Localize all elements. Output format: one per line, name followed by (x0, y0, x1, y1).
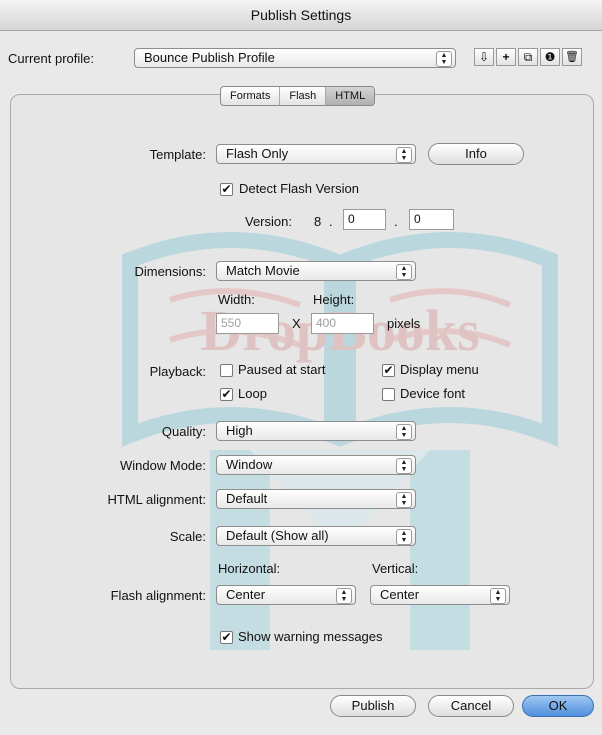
window-mode-select-value: Window (226, 457, 273, 472)
add-profile-icon[interactable]: + (496, 48, 516, 66)
chevron-updown-icon: ▲ ▼ (396, 424, 412, 440)
display-menu-label: Display menu (400, 362, 479, 377)
show-warnings-checkbox[interactable]: ✔ (220, 631, 233, 644)
horizontal-label: Horizontal: (218, 561, 281, 576)
device-font-label: Device font (400, 386, 466, 401)
checkmark-icon: ✔ (221, 630, 232, 644)
dimensions-label: Dimensions: (134, 264, 206, 279)
chevron-updown-icon: ▲ ▼ (396, 458, 412, 474)
cancel-button[interactable]: Cancel (428, 695, 514, 717)
loop-label: Loop (238, 386, 267, 401)
quality-label: Quality: (161, 424, 206, 439)
detect-flash-label: Detect Flash Version (239, 181, 359, 196)
flash-alignment-vertical-select[interactable]: Center ▲ ▼ (370, 585, 510, 605)
format-tabs: Formats Flash HTML (220, 86, 376, 106)
flash-alignment-label: Flash alignment: (110, 588, 206, 603)
info-button[interactable]: Info (428, 143, 524, 165)
device-font-checkbox[interactable] (382, 388, 395, 401)
chevron-updown-icon: ▲ ▼ (396, 264, 412, 280)
tab-html[interactable]: HTML (326, 87, 375, 105)
chevron-updown-icon: ▲ ▼ (436, 51, 452, 67)
template-label: Template: (149, 147, 206, 162)
profile-select[interactable]: Bounce Publish Profile ▲ ▼ (134, 48, 456, 68)
chevron-updown-icon: ▲ ▼ (396, 529, 412, 545)
template-select[interactable]: Flash Only ▲ ▼ (216, 144, 416, 164)
import-export-icon[interactable]: ⇩ (474, 48, 494, 66)
template-select-value: Flash Only (226, 146, 289, 161)
html-alignment-label: HTML alignment: (107, 492, 207, 507)
delete-profile-icon[interactable]: 🗑 (562, 48, 582, 66)
quality-select-value: High (226, 423, 253, 438)
flash-alignment-vertical-value: Center (380, 587, 420, 602)
chevron-updown-icon: ▲ ▼ (336, 588, 352, 604)
paused-label: Paused at start (238, 362, 326, 377)
chevron-updown-icon: ▲ ▼ (396, 492, 412, 508)
vertical-label: Vertical: (372, 561, 419, 576)
quality-select[interactable]: High ▲ ▼ (216, 421, 416, 441)
version-label: Version: (245, 214, 292, 229)
scale-select[interactable]: Default (Show all) ▲ ▼ (216, 526, 416, 546)
dimensions-select-value: Match Movie (226, 263, 300, 278)
times-sign: X (292, 316, 301, 331)
ok-button[interactable]: OK (522, 695, 594, 717)
window-mode-select[interactable]: Window ▲ ▼ (216, 455, 416, 475)
pixels-label: pixels (387, 316, 421, 331)
display-menu-checkbox[interactable]: ✔ (382, 364, 395, 377)
playback-label: Playback: (149, 364, 206, 379)
height-label: Height: (313, 292, 355, 307)
detect-flash-checkbox[interactable]: ✔ (220, 183, 233, 196)
profile-select-value: Bounce Publish Profile (144, 50, 275, 65)
chevron-updown-icon: ▲ ▼ (396, 147, 412, 163)
watermark-logo: DropBooks (122, 232, 558, 650)
tab-flash[interactable]: Flash (280, 87, 327, 105)
width-label: Width: (218, 292, 255, 307)
checkmark-icon: ✔ (221, 387, 232, 401)
version-revision-input[interactable]: 0 (409, 209, 454, 230)
profile-label: Current profile: (8, 51, 94, 66)
flash-alignment-horizontal-select[interactable]: Center ▲ ▼ (216, 585, 356, 605)
html-alignment-select-value: Default (226, 491, 268, 506)
checkmark-icon: ✔ (221, 182, 232, 196)
loop-checkbox[interactable]: ✔ (220, 388, 233, 401)
version-major: 8 (314, 214, 322, 229)
window-title: Publish Settings (0, 0, 602, 31)
chevron-updown-icon: ▲ ▼ (490, 588, 506, 604)
publish-button[interactable]: Publish (330, 695, 416, 717)
version-separator: . (394, 214, 398, 229)
window-mode-label: Window Mode: (120, 458, 206, 473)
dimensions-select[interactable]: Match Movie ▲ ▼ (216, 261, 416, 281)
width-input[interactable]: 550 (216, 313, 279, 334)
paused-checkbox[interactable] (220, 364, 233, 377)
profile-properties-icon[interactable]: ❶ (540, 48, 560, 66)
show-warnings-label: Show warning messages (238, 629, 383, 644)
html-alignment-select[interactable]: Default ▲ ▼ (216, 489, 416, 509)
version-minor-input[interactable]: 0 (343, 209, 386, 230)
flash-alignment-horizontal-value: Center (226, 587, 266, 602)
height-input[interactable]: 400 (311, 313, 374, 334)
scale-label: Scale: (169, 529, 206, 544)
version-separator: . (329, 214, 333, 229)
tab-formats[interactable]: Formats (221, 87, 281, 105)
scale-select-value: Default (Show all) (226, 528, 329, 543)
duplicate-profile-icon[interactable]: ⧉ (518, 48, 538, 66)
checkmark-icon: ✔ (383, 363, 394, 377)
